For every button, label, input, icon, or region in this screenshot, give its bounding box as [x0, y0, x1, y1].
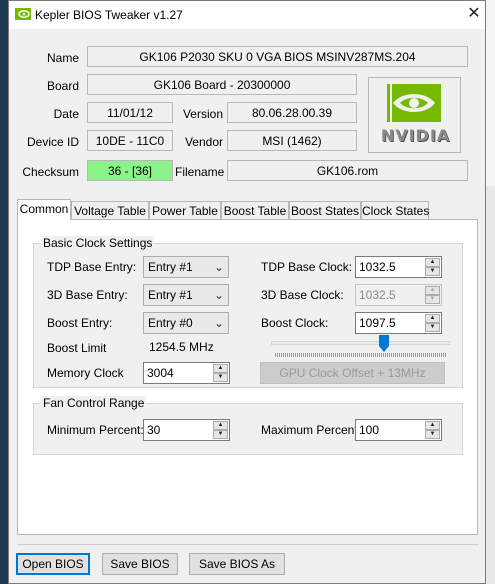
memory-clock-label: Memory Clock	[47, 366, 124, 380]
app-window: Kepler BIOS Tweaker v1.27 ✕ Name GK106 P…	[8, 0, 486, 584]
tdp-base-clock-label: TDP Base Clock:	[261, 260, 353, 274]
open-bios-button[interactable]: Open BIOS	[16, 553, 90, 575]
clock-offset-slider-track[interactable]	[271, 341, 450, 345]
spin-down-icon[interactable]: ▼	[213, 373, 228, 382]
boost-limit-label: Boost Limit	[47, 341, 107, 355]
desktop-background	[0, 0, 8, 584]
tdp-base-clock-value: 1032.5	[359, 260, 396, 274]
close-icon[interactable]: ✕	[464, 4, 484, 24]
minimum-percent-stepper[interactable]: 30 ▲ ▼	[143, 419, 230, 441]
chevron-down-icon: ⌄	[213, 260, 224, 274]
desktop-window-behind	[486, 0, 495, 186]
boost-entry-label: Boost Entry:	[47, 316, 113, 330]
tab-power-table[interactable]: Power Table	[149, 201, 221, 220]
filename-label: Filename	[175, 165, 225, 179]
nvidia-logo-text: NVIDIA	[380, 126, 451, 145]
gpu-clock-offset-button[interactable]: GPU Clock Offset + 13MHz	[260, 362, 445, 384]
tab-boost-table[interactable]: Boost Table	[221, 201, 289, 220]
boost-entry-select[interactable]: Entry #0 ⌄	[143, 312, 229, 334]
vendor-label: Vendor	[184, 135, 223, 149]
spin-up-icon[interactable]: ▲	[425, 314, 440, 323]
spin-up-icon[interactable]: ▲	[425, 258, 440, 267]
device-id-field: 10DE - 11C0	[87, 130, 173, 151]
save-bios-as-button[interactable]: Save BIOS As	[189, 553, 285, 575]
spin-down-icon[interactable]: ▼	[425, 323, 440, 332]
version-field: 80.06.28.00.39	[227, 102, 357, 123]
title-bar: Kepler BIOS Tweaker v1.27 ✕	[9, 1, 485, 29]
checksum-field: 36 - [36]	[87, 160, 173, 181]
maximum-percent-value: 100	[359, 423, 380, 437]
3d-base-entry-value: Entry #1	[148, 288, 193, 302]
boost-clock-label: Boost Clock:	[261, 316, 329, 330]
device-id-label: Device ID	[26, 135, 79, 149]
save-bios-button[interactable]: Save BIOS	[102, 553, 178, 575]
boost-entry-value: Entry #0	[148, 316, 193, 330]
spin-up-icon[interactable]: ▲	[213, 364, 228, 373]
minimum-percent-value: 30	[147, 423, 161, 437]
footer-separator	[17, 544, 479, 545]
tdp-base-entry-select[interactable]: Entry #1 ⌄	[143, 256, 229, 278]
nvidia-logo: NVIDIA	[368, 77, 461, 153]
spin-down-icon: ▼	[425, 295, 440, 304]
date-label: Date	[53, 107, 79, 121]
tdp-base-clock-stepper[interactable]: 1032.5 ▲ ▼	[355, 256, 442, 278]
boost-clock-stepper[interactable]: 1097.5 ▲ ▼	[355, 312, 442, 334]
maximum-percent-label: Maximum Percent:	[261, 423, 362, 437]
tab-boost-states[interactable]: Boost States	[289, 201, 361, 220]
memory-clock-value: 3004	[147, 366, 174, 380]
date-field: 11/01/12	[87, 102, 173, 123]
3d-base-entry-label: 3D Base Entry:	[47, 288, 128, 302]
filename-field: GK106.rom	[227, 160, 468, 181]
name-field: GK106 P2030 SKU 0 VGA BIOS MSINV287MS.20…	[87, 46, 468, 67]
board-field: GK106 Board - 20300000	[87, 74, 357, 95]
nvidia-app-icon	[15, 8, 31, 20]
3d-base-clock-value: 1032.5	[359, 288, 396, 302]
maximum-percent-stepper[interactable]: 100 ▲ ▼	[355, 419, 442, 441]
spin-up-icon[interactable]: ▲	[425, 421, 440, 430]
slider-ticks	[275, 353, 446, 357]
clock-offset-slider-thumb[interactable]	[379, 335, 389, 352]
checksum-label: Checksum	[22, 165, 79, 179]
memory-clock-stepper[interactable]: 3004 ▲ ▼	[143, 362, 230, 384]
3d-base-clock-label: 3D Base Clock:	[261, 288, 344, 302]
boost-clock-value: 1097.5	[359, 316, 396, 330]
tdp-base-entry-label: TDP Base Entry:	[47, 260, 137, 274]
tab-clock-states[interactable]: Clock States	[361, 201, 429, 220]
window-title: Kepler BIOS Tweaker v1.27	[35, 8, 183, 22]
3d-base-entry-select[interactable]: Entry #1 ⌄	[143, 284, 229, 306]
name-label: Name	[46, 51, 79, 65]
tab-common[interactable]: Common	[17, 199, 71, 220]
spin-down-icon[interactable]: ▼	[425, 430, 440, 439]
spin-up-icon[interactable]: ▲	[213, 421, 228, 430]
fan-control-group-title: Fan Control Range	[41, 396, 147, 410]
vendor-field: MSI (1462)	[227, 130, 357, 151]
version-label: Version	[182, 107, 223, 121]
3d-base-clock-stepper: 1032.5 ▲ ▼	[355, 284, 442, 306]
spin-down-icon[interactable]: ▼	[213, 430, 228, 439]
basic-clock-group-title: Basic Clock Settings	[41, 236, 155, 250]
tdp-base-entry-value: Entry #1	[148, 260, 193, 274]
chevron-down-icon: ⌄	[213, 288, 224, 302]
boost-limit-value: 1254.5 MHz	[147, 337, 231, 357]
chevron-down-icon: ⌄	[213, 316, 224, 330]
minimum-percent-label: Minimum Percent:	[47, 423, 144, 437]
tab-voltage-table[interactable]: Voltage Table	[71, 201, 149, 220]
spin-down-icon[interactable]: ▼	[425, 267, 440, 276]
spin-up-icon: ▲	[425, 286, 440, 295]
board-label: Board	[46, 79, 79, 93]
